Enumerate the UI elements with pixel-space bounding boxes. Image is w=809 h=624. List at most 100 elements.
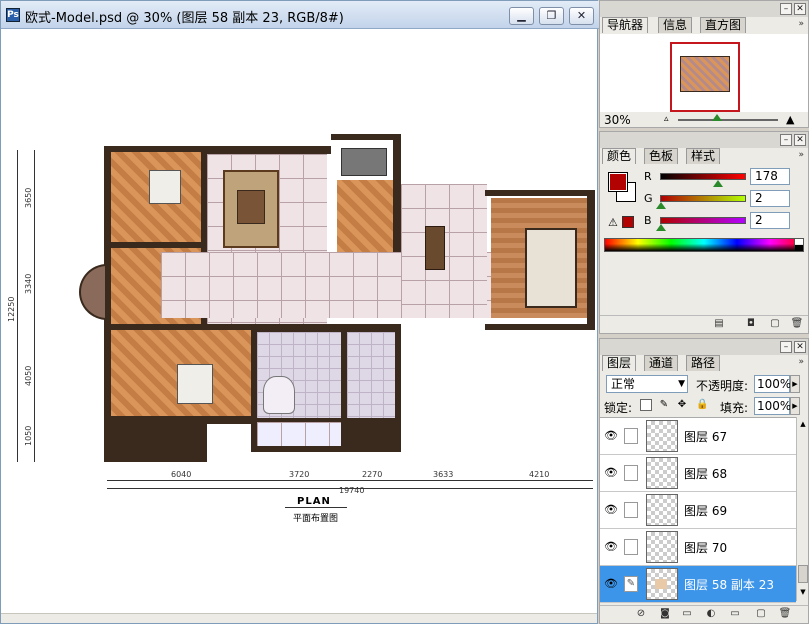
green-slider-knob[interactable] — [656, 202, 666, 209]
red-value-input[interactable]: 178 — [750, 168, 790, 185]
layer-name[interactable]: 图层 69 — [684, 502, 727, 519]
layer-style-icon[interactable]: ◙ — [658, 608, 672, 621]
panel-menu-icon[interactable]: » — [798, 19, 804, 29]
eye-icon[interactable]: 👁 — [604, 504, 618, 516]
layer-link-box[interactable] — [624, 539, 638, 555]
layers-scrollbar[interactable]: ▲ ▼ — [796, 417, 808, 601]
layer-thumbnail — [646, 420, 678, 452]
layer-link-box[interactable] — [624, 502, 638, 518]
red-channel-row: R 178 — [600, 168, 808, 187]
eye-icon[interactable]: 👁 — [604, 430, 618, 442]
tab-navigator[interactable]: 导航器 — [602, 17, 649, 33]
adjustment-layer-icon[interactable]: ◐ — [704, 608, 718, 621]
eye-icon[interactable]: 👁 — [604, 541, 618, 553]
lock-move-icon[interactable]: ✥ — [676, 399, 688, 411]
red-slider-knob[interactable] — [713, 180, 723, 187]
layer-row[interactable]: 👁 图层 69 — [600, 492, 796, 529]
eye-icon[interactable]: 👁 — [604, 467, 618, 479]
balcony — [257, 422, 341, 446]
tab-swatches[interactable]: 色板 — [644, 148, 679, 164]
layer-row[interactable]: 👁 图层 67 — [600, 418, 796, 455]
layers-panel: – ✕ 图层 通道 路径 » 正常 ▼ 不透明度: 100% ▶ 锁定: ✎ ✥… — [599, 338, 809, 624]
lock-transparent-icon[interactable] — [640, 399, 652, 411]
fill-input[interactable]: 100% — [754, 397, 791, 415]
layer-thumbnail-content — [655, 579, 667, 589]
zoom-in-icon[interactable]: ▲ — [786, 113, 794, 126]
tab-color[interactable]: 颜色 — [602, 148, 637, 164]
black-white-swatch[interactable] — [794, 238, 804, 252]
layer-name[interactable]: 图层 68 — [684, 465, 727, 482]
color-panel: – ✕ 颜色 色板 样式 » ⚠ R 178 G 2 B 2 ▤ ◘ ▢ 🗑 — [599, 131, 809, 334]
tab-layers[interactable]: 图层 — [602, 355, 637, 371]
eye-icon[interactable]: 👁 — [604, 578, 618, 590]
restore-button[interactable]: ❐ — [539, 7, 564, 25]
navigator-view-box[interactable] — [670, 42, 740, 112]
layer-name[interactable]: 图层 67 — [684, 428, 727, 445]
document-canvas[interactable]: 6040 3720 2270 3633 4210 19740 3650 3340… — [1, 30, 597, 615]
layer-row[interactable]: 👁 图层 70 — [600, 529, 796, 566]
green-value-input[interactable]: 2 — [750, 190, 790, 207]
panel-close-icon[interactable]: ✕ — [794, 341, 806, 353]
opacity-input[interactable]: 100% — [754, 375, 791, 393]
new-layer-icon[interactable]: ▢ — [754, 608, 768, 621]
lock-paint-icon[interactable]: ✎ — [658, 399, 670, 411]
navigator-preview[interactable] — [600, 34, 808, 112]
new-icon[interactable]: ▢ — [768, 318, 782, 331]
panel-menu-icon[interactable]: » — [798, 357, 804, 367]
trash-icon[interactable]: 🗑 — [778, 608, 792, 621]
layers-panel-header[interactable]: – ✕ — [600, 339, 808, 355]
layer-row-selected[interactable]: 👁 ✎ 图层 58 副本 23 — [600, 566, 796, 603]
panel-menu-icon[interactable]: » — [798, 150, 804, 160]
layer-link-box[interactable] — [624, 465, 638, 481]
dim-left-1: 3650 — [24, 187, 33, 208]
panel-close-icon[interactable]: ✕ — [794, 3, 806, 15]
blend-mode-select[interactable]: 正常 ▼ — [606, 375, 688, 393]
blue-channel-slider[interactable] — [660, 217, 746, 224]
lock-all-icon[interactable]: 🔒 — [696, 399, 708, 411]
dim-bottom-4: 3633 — [433, 470, 454, 479]
scrollbar-thumb[interactable] — [798, 565, 808, 583]
fill-arrow-icon[interactable]: ▶ — [790, 397, 800, 415]
green-channel-slider[interactable] — [660, 195, 746, 202]
panel-close-icon[interactable]: ✕ — [794, 134, 806, 146]
red-channel-slider[interactable] — [660, 173, 746, 180]
layer-name[interactable]: 图层 58 副本 23 — [684, 576, 774, 593]
add-mask-icon[interactable]: ▭ — [680, 608, 694, 621]
zoom-out-icon[interactable]: ▵ — [664, 114, 669, 124]
close-button[interactable]: ✕ — [569, 7, 594, 25]
blue-slider-knob[interactable] — [656, 224, 666, 231]
panel-minimize-icon[interactable]: – — [780, 3, 792, 15]
new-group-icon[interactable]: ▭ — [728, 608, 742, 621]
minimize-button[interactable]: ▁ — [509, 7, 534, 25]
layer-row[interactable]: 👁 图层 68 — [600, 455, 796, 492]
document-titlebar[interactable]: Ps 欧式-Model.psd @ 30% (图层 58 副本 23, RGB/… — [1, 1, 599, 29]
dim-bottom-1: 6040 — [171, 470, 192, 479]
zoom-slider-track[interactable] — [678, 119, 778, 121]
zoom-slider-knob[interactable] — [712, 114, 722, 121]
zoom-value[interactable]: 30% — [604, 113, 631, 127]
panel-option-icon[interactable]: ▤ — [712, 318, 726, 331]
horizontal-scrollbar[interactable] — [1, 613, 597, 623]
scroll-up-icon[interactable]: ▲ — [798, 419, 808, 429]
brush-icon[interactable]: ✎ — [624, 576, 638, 592]
scroll-down-icon[interactable]: ▼ — [798, 587, 808, 597]
tab-info[interactable]: 信息 — [658, 17, 693, 33]
photoshop-document-icon: Ps — [6, 8, 20, 22]
panel-minimize-icon[interactable]: – — [780, 341, 792, 353]
link-layers-icon[interactable]: ⊘ — [634, 608, 648, 621]
layer-link-box[interactable] — [624, 428, 638, 444]
tab-styles[interactable]: 样式 — [686, 148, 721, 164]
color-panel-header[interactable]: – ✕ — [600, 132, 808, 148]
navigator-panel-header[interactable]: – ✕ — [600, 1, 808, 17]
layer-name[interactable]: 图层 70 — [684, 539, 727, 556]
tab-paths[interactable]: 路径 — [686, 355, 721, 371]
color-spectrum-ramp[interactable] — [604, 238, 804, 252]
camera-icon[interactable]: ◘ — [744, 318, 758, 331]
panel-minimize-icon[interactable]: – — [780, 134, 792, 146]
tab-channels[interactable]: 通道 — [644, 355, 679, 371]
opacity-arrow-icon[interactable]: ▶ — [790, 375, 800, 393]
blue-value-input[interactable]: 2 — [750, 212, 790, 229]
trash-icon[interactable]: 🗑 — [790, 318, 804, 331]
tab-histogram[interactable]: 直方图 — [700, 17, 747, 33]
plan-title-underline — [285, 507, 347, 508]
